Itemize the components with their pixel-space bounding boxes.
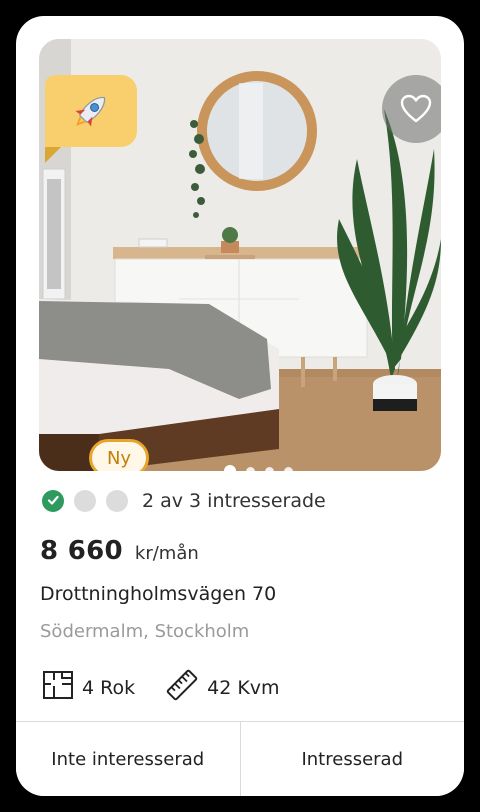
interest-indicator: 2 av 3 intresserade [42,490,326,512]
interest-dot-empty [106,490,128,512]
interest-count-text: 2 av 3 intresserade [142,490,326,512]
interest-dot-filled [42,490,64,512]
rocket-icon [68,88,114,134]
carousel-indicator [224,465,293,471]
listing-specs: 4 Rok 42 Kvm [42,668,280,707]
interest-dot-empty [74,490,96,512]
not-interested-button[interactable]: Inte interesserad [16,722,240,796]
size-value: 42 Kvm [207,676,280,699]
price-row: 8 660 kr/mån [40,536,199,566]
size-spec: 42 Kvm [165,668,280,707]
listing-area: Södermalm, Stockholm [40,621,250,642]
interested-button[interactable]: Intresserad [240,722,464,796]
check-icon [46,492,60,511]
carousel-dot[interactable] [246,466,255,471]
favorite-button[interactable] [382,75,441,143]
new-badge: Ny [89,439,149,471]
heart-icon [400,94,432,124]
listing-photo[interactable]: Ny [39,39,441,471]
price-value: 8 660 [40,536,123,566]
new-badge-label: Ny [106,447,132,469]
price-unit: kr/mån [134,543,199,564]
boost-badge [45,75,137,147]
ruler-icon [165,668,207,707]
carousel-dot[interactable] [265,466,274,471]
carousel-dot[interactable] [284,466,293,471]
rooms-value: 4 Rok [82,676,136,699]
floorplan-icon [42,670,82,705]
carousel-dot[interactable] [224,465,236,471]
listing-address: Drottningholmsvägen 70 [40,583,277,605]
action-bar: Inte interesserad Intresserad [16,721,464,796]
listing-card[interactable]: Ny 2 av 3 intresserade 8 660 kr/mån Drot… [16,16,464,796]
rooms-spec: 4 Rok [42,670,135,705]
boost-badge-tail [45,147,61,163]
